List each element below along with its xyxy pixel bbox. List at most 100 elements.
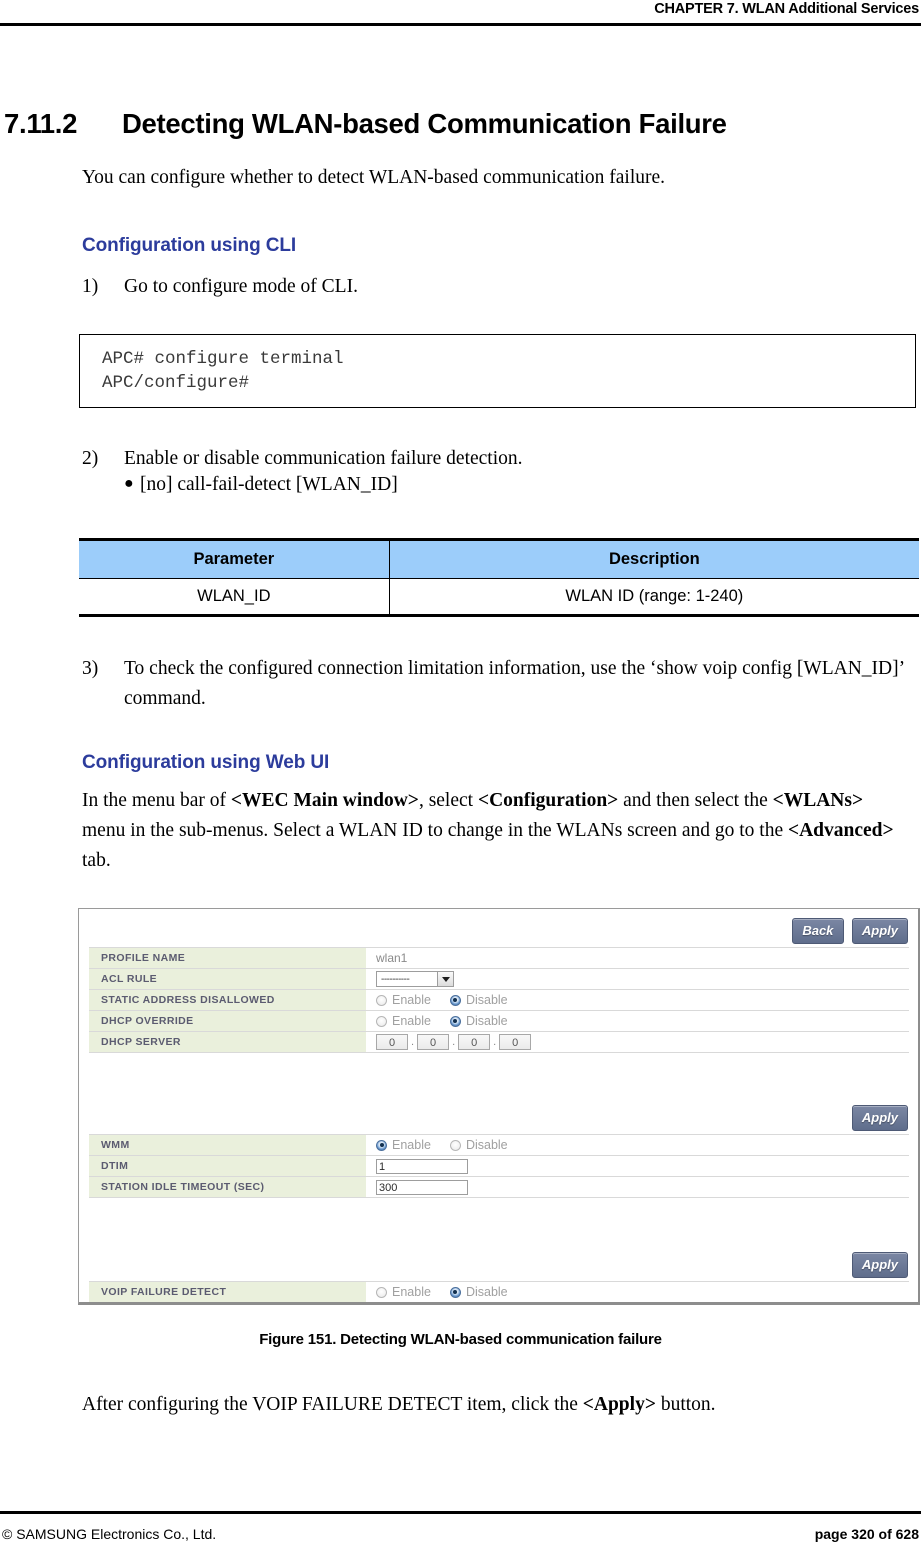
settings-group-1: PROFILE NAME wlan1 ACL RULE ---------- S… bbox=[89, 947, 909, 1053]
radio-icon-selected bbox=[376, 1139, 387, 1151]
row-station-idle-timeout: STATION IDLE TIMEOUT (SEC) 300 bbox=[89, 1176, 909, 1198]
dhcp-server-octet-1[interactable]: 0 bbox=[376, 1034, 408, 1050]
label-voip-failure-detect: VOIP FAILURE DETECT bbox=[89, 1281, 366, 1302]
row-static-address-disallowed: STATIC ADDRESS DISALLOWED Enable Disable bbox=[89, 989, 909, 1011]
acl-rule-select[interactable]: ---------- bbox=[376, 971, 454, 988]
apply-button-middle[interactable]: Apply bbox=[851, 1105, 908, 1131]
static-address-disallowed-radios: Enable Disable bbox=[376, 993, 909, 1007]
radio-label: Disable bbox=[465, 1285, 508, 1299]
section-number: 7.11.2 bbox=[4, 108, 78, 139]
radio-wmm-enable[interactable]: Enable bbox=[376, 1138, 431, 1152]
cli-step-2-text: Enable or disable communication failure … bbox=[124, 448, 523, 469]
figure-wec-advanced-screenshot: Back Apply PROFILE NAME wlan1 ACL RULE -… bbox=[78, 908, 920, 1305]
cli-step-1: 1) Go to configure mode of CLI. bbox=[82, 272, 882, 302]
row-voip-failure-detect: VOIP FAILURE DETECT Enable Disable bbox=[89, 1281, 909, 1302]
cli-command-text: [no] call-fail-detect [WLAN_ID] bbox=[140, 474, 398, 495]
row-dhcp-override: DHCP OVERRIDE Enable Disable bbox=[89, 1010, 909, 1032]
page-number: page 320 of 628 bbox=[814, 1526, 919, 1542]
cli-console-box: APC# configure terminal APC/configure# bbox=[79, 334, 916, 408]
dhcp-server-octet-3[interactable]: 0 bbox=[458, 1034, 491, 1050]
ip-separator: . bbox=[411, 1036, 415, 1048]
page-header: CHAPTER 7. WLAN Additional Services bbox=[0, 0, 921, 26]
ip-separator: . bbox=[452, 1036, 456, 1048]
radio-voip-failure-detect-enable[interactable]: Enable bbox=[376, 1285, 431, 1299]
label-dtim: DTIM bbox=[89, 1155, 366, 1177]
acl-rule-select-value: ---------- bbox=[376, 971, 438, 988]
cli-step-3-text: To check the configured connection limit… bbox=[124, 658, 904, 709]
label-dhcp-override: DHCP OVERRIDE bbox=[89, 1010, 366, 1032]
chapter-title: CHAPTER 7. WLAN Additional Services bbox=[654, 1, 919, 17]
table-header-row: Parameter Description bbox=[79, 538, 919, 579]
radio-label: Enable bbox=[392, 1138, 431, 1152]
column-header-parameter: Parameter bbox=[79, 538, 390, 579]
cell-parameter-name: WLAN_ID bbox=[79, 578, 390, 617]
cli-step-3: 3) To check the configured connection li… bbox=[82, 654, 912, 714]
cli-step-1-text: Go to configure mode of CLI. bbox=[124, 276, 358, 297]
row-wmm: WMM Enable Disable bbox=[89, 1134, 909, 1156]
subheading-configuration-using-cli: Configuration using CLI bbox=[82, 235, 297, 256]
radio-icon-selected bbox=[449, 1015, 461, 1027]
radio-wmm-disable[interactable]: Disable bbox=[449, 1138, 508, 1152]
page-title: 7.11.2 Detecting WLAN-based Communication… bbox=[4, 108, 904, 140]
ip-separator: . bbox=[493, 1036, 497, 1048]
row-dtim: DTIM 1 bbox=[89, 1155, 909, 1177]
radio-label: Enable bbox=[392, 1014, 431, 1028]
radio-icon-selected bbox=[449, 994, 461, 1006]
radio-dhcp-override-disable[interactable]: Disable bbox=[449, 1014, 508, 1028]
settings-group-2: WMM Enable Disable DTIM 1 STATION IDLE T… bbox=[89, 1134, 909, 1198]
apply-button-top[interactable]: Apply bbox=[851, 918, 908, 944]
row-acl-rule: ACL RULE ---------- bbox=[89, 968, 909, 990]
label-profile-name: PROFILE NAME bbox=[89, 947, 366, 969]
radio-static-address-enable[interactable]: Enable bbox=[376, 993, 431, 1007]
top-button-bar: Back Apply bbox=[791, 918, 908, 944]
webui-instruction-text: In the menu bar of <WEC Main window>, se… bbox=[82, 790, 894, 871]
dhcp-server-octet-2[interactable]: 0 bbox=[417, 1034, 450, 1050]
radio-label: Disable bbox=[465, 993, 508, 1007]
copyright-text: © SAMSUNG Electronics Co., Ltd. bbox=[2, 1526, 217, 1542]
label-wmm: WMM bbox=[89, 1134, 366, 1156]
dtim-input[interactable]: 1 bbox=[376, 1158, 468, 1174]
radio-icon-unselected bbox=[376, 1286, 387, 1298]
label-acl-rule: ACL RULE bbox=[89, 968, 366, 990]
cli-step-2-number: 2) bbox=[82, 448, 99, 469]
radio-label: Enable bbox=[392, 1285, 431, 1299]
subheading-configuration-using-web-ui: Configuration using Web UI bbox=[82, 752, 330, 773]
voip-failure-detect-radios: Enable Disable bbox=[376, 1285, 909, 1299]
dhcp-server-octet-4[interactable]: 0 bbox=[499, 1034, 532, 1050]
column-header-description: Description bbox=[389, 538, 919, 579]
back-button[interactable]: Back bbox=[791, 918, 844, 944]
row-dhcp-server: DHCP SERVER 0 . 0 . 0 . 0 bbox=[89, 1031, 909, 1053]
cli-bullet-command: ● [no] call-fail-detect [WLAN_ID] bbox=[124, 474, 398, 496]
section-title: Detecting WLAN-based Communication Failu… bbox=[122, 108, 727, 139]
dhcp-server-ip-input-group: 0 . 0 . 0 . 0 bbox=[376, 1034, 909, 1050]
radio-dhcp-override-enable[interactable]: Enable bbox=[376, 1014, 431, 1028]
label-dhcp-server: DHCP SERVER bbox=[89, 1031, 366, 1053]
radio-icon-unselected bbox=[376, 1015, 387, 1027]
chevron-down-icon bbox=[438, 971, 454, 988]
radio-label: Disable bbox=[465, 1014, 508, 1028]
bottom-button-bar: Apply bbox=[851, 1252, 908, 1278]
value-profile-name: wlan1 bbox=[366, 947, 909, 969]
wmm-radios: Enable Disable bbox=[376, 1138, 909, 1152]
middle-button-bar: Apply bbox=[851, 1105, 908, 1131]
settings-group-3: VOIP FAILURE DETECT Enable Disable bbox=[89, 1281, 909, 1302]
label-static-address-disallowed: STATIC ADDRESS DISALLOWED bbox=[89, 989, 366, 1011]
radio-icon-unselected bbox=[449, 1139, 461, 1151]
radio-icon-selected bbox=[449, 1286, 461, 1298]
cli-step-3-number: 3) bbox=[82, 658, 99, 679]
radio-static-address-disable[interactable]: Disable bbox=[449, 993, 508, 1007]
radio-label: Enable bbox=[392, 993, 431, 1007]
figure-caption: Figure 151. Detecting WLAN-based communi… bbox=[259, 1331, 662, 1348]
radio-voip-failure-detect-disable[interactable]: Disable bbox=[449, 1285, 508, 1299]
bullet-icon: ● bbox=[124, 475, 134, 492]
apply-button-bottom[interactable]: Apply bbox=[851, 1252, 908, 1278]
cli-step-1-number: 1) bbox=[82, 276, 99, 297]
dhcp-override-radios: Enable Disable bbox=[376, 1014, 909, 1028]
parameter-table: Parameter Description WLAN_ID WLAN ID (r… bbox=[79, 538, 919, 617]
label-station-idle-timeout: STATION IDLE TIMEOUT (SEC) bbox=[89, 1176, 366, 1198]
station-idle-timeout-input[interactable]: 300 bbox=[376, 1179, 468, 1195]
cell-parameter-description: WLAN ID (range: 1-240) bbox=[389, 578, 919, 617]
radio-label: Disable bbox=[465, 1138, 508, 1152]
header-rule bbox=[0, 23, 921, 26]
section-intro-text: You can configure whether to detect WLAN… bbox=[82, 167, 666, 188]
